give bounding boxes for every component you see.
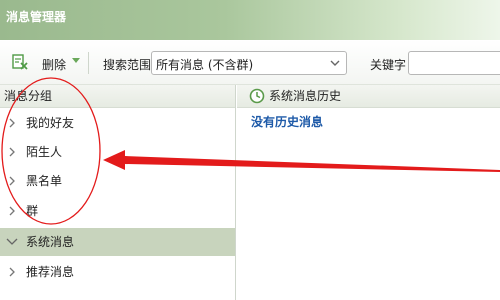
sidebar-item-groups[interactable]: 群 [0, 197, 235, 225]
keyword-input[interactable] [408, 51, 500, 75]
chevron-right-icon[interactable] [8, 118, 16, 128]
delete-dropdown-arrow[interactable] [72, 58, 80, 63]
search-scope-label: 搜索范围 [103, 58, 152, 72]
sidebar-item-blacklist[interactable]: 黑名单 [0, 167, 235, 195]
history-panel: 系统消息历史 没有历史消息 [237, 85, 500, 300]
message-group-sidebar: 消息分组 我的好友 陌生人 黑名单 群 系统消息 推荐消息 [0, 85, 236, 300]
toolbar-separator [88, 52, 89, 74]
sidebar-item-recommended[interactable]: 推荐消息 [0, 258, 235, 286]
sidebar-item-friends[interactable]: 我的好友 [0, 109, 235, 137]
window-title: 消息管理器 [6, 10, 67, 24]
sidebar-item-label: 黑名单 [26, 174, 63, 188]
search-scope-value: 所有消息 (不含群) [156, 58, 254, 72]
clock-icon [249, 88, 265, 104]
delete-icon[interactable] [12, 54, 28, 70]
sidebar-item-label: 群 [26, 204, 39, 218]
empty-history-text: 没有历史消息 [251, 115, 324, 129]
sidebar-item-label: 我的好友 [26, 116, 75, 130]
history-header: 系统消息历史 [237, 85, 500, 108]
chevron-down-icon[interactable] [6, 238, 18, 246]
search-scope-select[interactable]: 所有消息 (不含群) [151, 51, 347, 75]
sidebar-item-label: 推荐消息 [26, 265, 75, 279]
chevron-right-icon[interactable] [8, 176, 16, 186]
delete-button[interactable]: 删除 [42, 56, 66, 73]
sidebar-item-system-messages[interactable]: 系统消息 [0, 228, 235, 256]
sidebar-item-label: 系统消息 [26, 235, 75, 249]
sidebar-item-strangers[interactable]: 陌生人 [0, 138, 235, 166]
sidebar-header: 消息分组 [0, 85, 235, 108]
title-bar: 消息管理器 [0, 0, 500, 40]
sidebar-item-label: 陌生人 [26, 145, 63, 159]
history-title: 系统消息历史 [269, 89, 342, 103]
chevron-right-icon[interactable] [8, 206, 16, 216]
chevron-right-icon[interactable] [8, 147, 16, 157]
chevron-down-icon[interactable] [329, 57, 341, 69]
toolbar: 删除 搜索范围 所有消息 (不含群) 关键字 [0, 40, 500, 85]
chevron-right-icon[interactable] [8, 267, 16, 277]
keyword-label: 关键字 [370, 58, 407, 72]
